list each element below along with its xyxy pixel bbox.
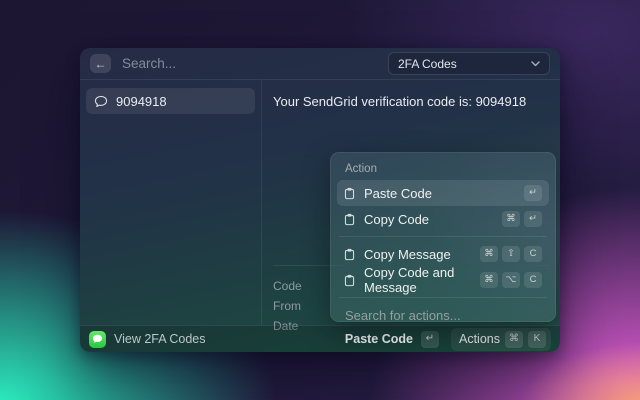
action-item-copy-code-and-message[interactable]: Copy Code and Message ⌘ ⌥ C: [337, 265, 549, 295]
clipboard-icon: [344, 274, 355, 286]
action-item-copy-code[interactable]: Copy Code ⌘ ↵: [337, 206, 549, 232]
list-item-label: 9094918: [116, 93, 167, 109]
clipboard-icon: [344, 213, 355, 225]
list-item-code[interactable]: 9094918: [86, 88, 255, 114]
dropdown-value: 2FA Codes: [398, 56, 457, 71]
k-key-badge: K: [528, 330, 546, 348]
results-list: 9094918: [80, 80, 262, 325]
action-label: Copy Code: [364, 211, 430, 227]
cmd-key-badge: ⌘: [502, 211, 520, 227]
shift-key-badge: ⇧: [502, 246, 520, 262]
messages-app-icon: [89, 330, 106, 348]
search-input[interactable]: Search...: [122, 56, 388, 71]
panel-divider: [339, 236, 547, 237]
actions-label: Actions: [459, 332, 500, 346]
top-bar: ← Search... 2FA Codes: [80, 48, 560, 80]
message-text: Your SendGrid verification code is: 9094…: [273, 94, 527, 109]
action-label: Copy Message: [364, 246, 451, 262]
cmd-key-badge: ⌘: [505, 330, 523, 348]
clipboard-icon: [344, 248, 355, 260]
action-item-copy-message[interactable]: Copy Message ⌘ ⇧ C: [337, 241, 549, 267]
back-arrow-icon: ←: [94, 56, 107, 71]
footer-actions: Paste Code ↵ Actions ⌘ K: [345, 327, 551, 351]
actions-menu-button[interactable]: Actions ⌘ K: [451, 327, 551, 351]
meta-label-from: From: [273, 299, 301, 313]
back-button[interactable]: ←: [90, 54, 111, 73]
chevron-down-icon: [531, 60, 540, 67]
action-search-placeholder: Search for actions...: [345, 308, 461, 323]
cmd-key-badge: ⌘: [480, 272, 498, 288]
return-key-badge: ↵: [421, 330, 439, 348]
app-window: ← Search... 2FA Codes 9094918 Your SendG…: [80, 48, 560, 352]
action-search-input[interactable]: Search for actions...: [337, 302, 549, 329]
action-label: Paste Code: [364, 185, 432, 201]
return-key-badge: ↵: [524, 211, 542, 227]
action-panel: Action Paste Code ↵ Copy Code ⌘ ↵ Copy M…: [330, 152, 556, 323]
option-key-badge: ⌥: [502, 272, 520, 288]
c-key-badge: C: [524, 272, 542, 288]
command-dropdown[interactable]: 2FA Codes: [388, 52, 550, 75]
action-panel-title: Action: [345, 163, 377, 175]
action-label: Copy Code and Message: [364, 265, 455, 295]
status-bar: View 2FA Codes Paste Code ↵ Actions ⌘ K: [80, 325, 560, 352]
primary-action-button[interactable]: Paste Code: [345, 332, 413, 346]
cmd-key-badge: ⌘: [480, 246, 498, 262]
command-title: View 2FA Codes: [114, 332, 206, 346]
speech-bubble-icon: [94, 95, 108, 108]
return-key-badge: ↵: [524, 185, 542, 201]
c-key-badge: C: [524, 246, 542, 262]
clipboard-icon: [344, 187, 355, 199]
panel-divider: [339, 297, 547, 298]
meta-label-code: Code: [273, 279, 302, 293]
action-item-paste-code[interactable]: Paste Code ↵: [337, 180, 549, 206]
